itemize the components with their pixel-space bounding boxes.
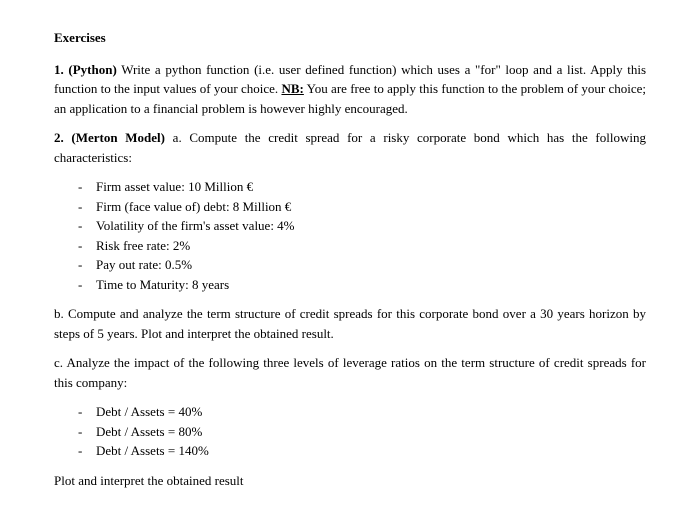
ex2-part-c: c. Analyze the impact of the following t… [54, 353, 646, 392]
exercise-1: 1. (Python) Write a python function (i.e… [54, 60, 646, 119]
list-item: Risk free rate: 2% [78, 236, 646, 256]
exercise-2-intro: 2. (Merton Model) a. Compute the credit … [54, 128, 646, 167]
list-item: Volatility of the firm's asset value: 4% [78, 216, 646, 236]
section-title: Exercises [54, 28, 646, 48]
list-item: Time to Maturity: 8 years [78, 275, 646, 295]
list-item: Firm asset value: 10 Million € [78, 177, 646, 197]
list-item: Firm (face value of) debt: 8 Million € [78, 197, 646, 217]
list-item: Debt / Assets = 140% [78, 441, 646, 461]
ex2-label: 2. (Merton Model) [54, 130, 165, 145]
characteristics-list: Firm asset value: 10 Million € Firm (fac… [54, 177, 646, 294]
list-item: Pay out rate: 0.5% [78, 255, 646, 275]
ratios-list: Debt / Assets = 40% Debt / Assets = 80% … [54, 402, 646, 461]
ex1-nb: NB: [281, 81, 303, 96]
list-item: Debt / Assets = 40% [78, 402, 646, 422]
ex1-label: 1. (Python) [54, 62, 117, 77]
list-item: Debt / Assets = 80% [78, 422, 646, 442]
ex2-final: Plot and interpret the obtained result [54, 471, 646, 491]
ex2-part-b: b. Compute and analyze the term structur… [54, 304, 646, 343]
